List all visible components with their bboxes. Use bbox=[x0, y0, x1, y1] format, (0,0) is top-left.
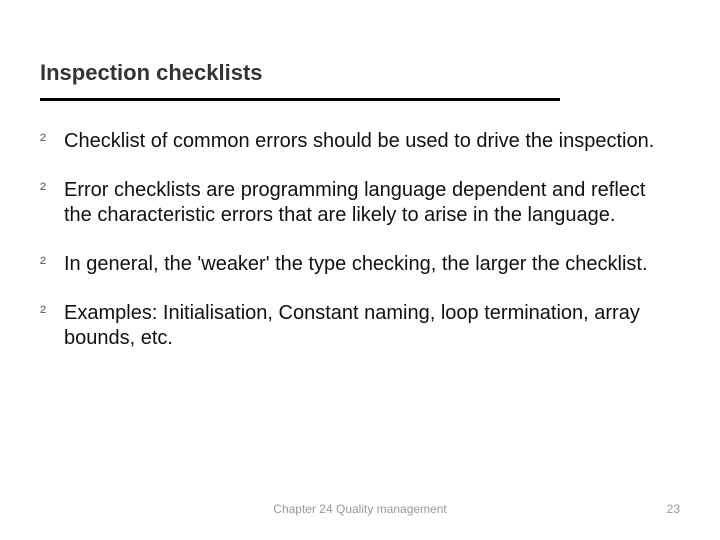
slide: Inspection checklists ² Checklist of com… bbox=[0, 0, 720, 540]
footer-chapter: Chapter 24 Quality management bbox=[0, 502, 720, 516]
bullet-list: ² Checklist of common errors should be u… bbox=[40, 129, 670, 351]
title-rule bbox=[40, 98, 560, 101]
list-item: ² Checklist of common errors should be u… bbox=[40, 129, 670, 154]
list-item: ² Error checklists are programming langu… bbox=[40, 178, 670, 228]
page-number: 23 bbox=[667, 502, 680, 516]
page-title: Inspection checklists bbox=[40, 60, 670, 86]
bullet-marker-icon: ² bbox=[40, 178, 46, 201]
bullet-text: Checklist of common errors should be use… bbox=[64, 130, 654, 152]
bullet-text: Examples: Initialisation, Constant namin… bbox=[64, 302, 640, 349]
list-item: ² In general, the 'weaker' the type chec… bbox=[40, 252, 670, 277]
bullet-marker-icon: ² bbox=[40, 129, 46, 152]
bullet-marker-icon: ² bbox=[40, 252, 46, 275]
list-item: ² Examples: Initialisation, Constant nam… bbox=[40, 301, 670, 351]
bullet-text: In general, the 'weaker' the type checki… bbox=[64, 253, 648, 275]
bullet-text: Error checklists are programming languag… bbox=[64, 179, 645, 226]
bullet-marker-icon: ² bbox=[40, 301, 46, 324]
